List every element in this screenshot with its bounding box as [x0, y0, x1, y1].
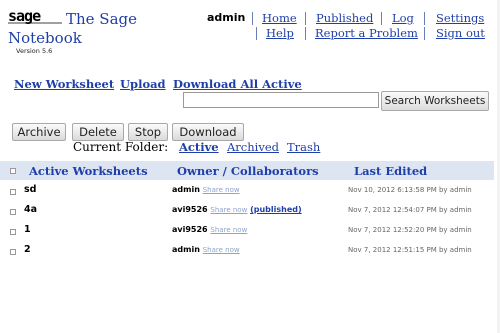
version-label: Version 5.6 [16, 47, 53, 55]
current-user: admin [207, 11, 246, 24]
published-link[interactable]: (published) [250, 205, 302, 214]
owner-name: avi9526 [172, 205, 208, 214]
search-input[interactable] [183, 92, 379, 108]
last-edited-cell: Nov 7, 2012 12:54:07 PM by admin [348, 206, 472, 214]
share-now-link[interactable]: Share now [210, 226, 247, 234]
table-row: sd admin Share now Nov 10, 2012 6:13:58 … [0, 182, 494, 202]
share-now-link[interactable]: Share now [210, 206, 247, 214]
last-edited-cell: Nov 7, 2012 12:51:15 PM by admin [348, 246, 472, 254]
owner-cell: avi9526 Share now (published) [172, 205, 302, 214]
column-header-owner[interactable]: Owner / Collaborators [177, 164, 319, 178]
nav-divider [305, 12, 306, 25]
delete-button[interactable]: Delete [72, 123, 124, 141]
nav-published-link[interactable]: Published [316, 11, 373, 25]
brand-title-line1[interactable]: The Sage [66, 10, 137, 28]
row-checkbox[interactable] [10, 229, 16, 235]
folder-archived-link[interactable]: Archived [227, 140, 279, 154]
stop-button[interactable]: Stop [128, 123, 168, 141]
archive-button[interactable]: Archive [12, 123, 66, 141]
download-all-active-link[interactable]: Download All Active [173, 77, 302, 91]
brand-title-line2[interactable]: Notebook [8, 29, 82, 47]
download-button[interactable]: Download [172, 123, 244, 141]
nav-divider [256, 27, 257, 40]
row-checkbox[interactable] [10, 189, 16, 195]
worksheet-name-link[interactable]: 4a [24, 204, 37, 215]
owner-name: admin [172, 245, 200, 254]
last-edited-cell: Nov 10, 2012 6:13:58 PM by admin [348, 186, 472, 194]
column-header-name[interactable]: Active Worksheets [29, 164, 148, 178]
table-row: 2 admin Share now Nov 7, 2012 12:51:15 P… [0, 242, 494, 262]
row-checkbox[interactable] [10, 209, 16, 215]
nav-report-problem-link[interactable]: Report a Problem [315, 26, 418, 40]
folder-active-link[interactable]: Active [179, 140, 219, 154]
last-edited-cell: Nov 7, 2012 12:52:20 PM by admin [348, 226, 472, 234]
sage-logo: sage [8, 8, 62, 24]
nav-divider [424, 12, 425, 25]
owner-cell: admin Share now [172, 245, 240, 254]
nav-divider [424, 27, 425, 40]
nav-help-link[interactable]: Help [266, 26, 294, 40]
nav-divider [305, 27, 306, 40]
owner-cell: admin Share now [172, 185, 240, 194]
nav-log-link[interactable]: Log [392, 11, 414, 25]
worksheet-name-link[interactable]: 1 [24, 224, 31, 235]
worksheet-name-link[interactable]: sd [24, 184, 36, 195]
owner-name: avi9526 [172, 225, 208, 234]
select-all-checkbox[interactable] [10, 168, 16, 174]
share-now-link[interactable]: Share now [203, 246, 240, 254]
nav-divider [381, 12, 382, 25]
row-checkbox[interactable] [10, 249, 16, 255]
nav-sign-out-link[interactable]: Sign out [436, 26, 485, 40]
current-folder-label: Current Folder: [73, 140, 169, 154]
new-worksheet-link[interactable]: New Worksheet [14, 77, 114, 91]
sage-logo-text: sage [8, 8, 41, 24]
worksheet-table-header: Active Worksheets Owner / Collaborators … [0, 161, 494, 180]
table-row: 1 avi9526 Share now Nov 7, 2012 12:52:20… [0, 222, 494, 242]
folder-trash-link[interactable]: Trash [287, 140, 320, 154]
search-worksheets-button[interactable]: Search Worksheets [381, 91, 489, 111]
nav-settings-link[interactable]: Settings [436, 11, 484, 25]
nav-divider [252, 12, 253, 25]
table-row: 4a avi9526 Share now (published) Nov 7, … [0, 202, 494, 222]
owner-name: admin [172, 185, 200, 194]
column-header-last-edited[interactable]: Last Edited [354, 164, 427, 178]
upload-link[interactable]: Upload [120, 77, 166, 91]
share-now-link[interactable]: Share now [203, 186, 240, 194]
nav-home-link[interactable]: Home [262, 11, 297, 25]
worksheet-name-link[interactable]: 2 [24, 244, 31, 255]
owner-cell: avi9526 Share now [172, 225, 247, 234]
